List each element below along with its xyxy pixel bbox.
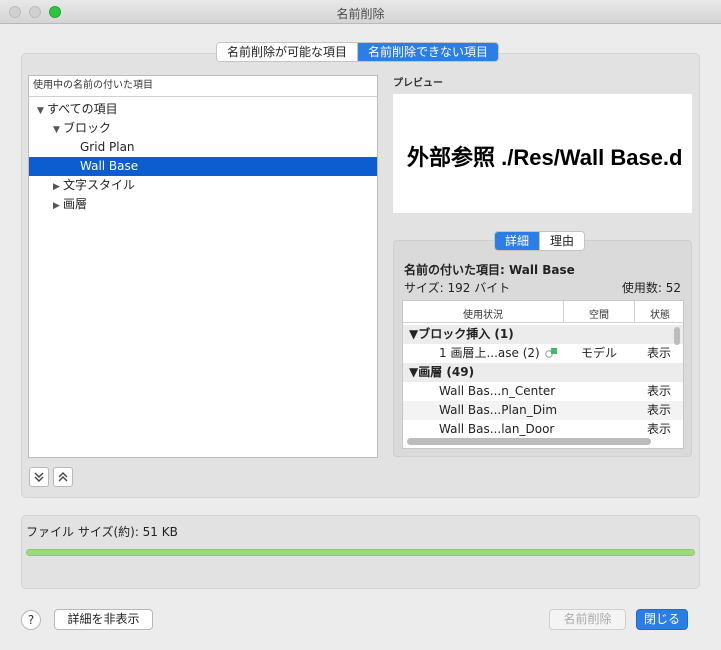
tab-purgeable[interactable]: 名前削除が可能な項目 [217,43,358,61]
named-items-tree[interactable]: 使用中の名前の付いた項目 ▼ すべての項目 ▼ ブロック Grid Plan Wal… [28,75,378,458]
table-row[interactable]: Wall Bas...Plan_Dim 表示 [403,401,683,420]
usage-state: 表示 [647,384,672,398]
usage-space: モデル [581,346,618,360]
usage-name: 1 画層上...ase (2) [439,346,540,360]
usage-state: 表示 [647,403,672,417]
usage-table[interactable]: 使用状況 空間 状態 ▼ブロック挿入 (1) 1 画層上...ase (2) モ… [402,300,684,449]
usage-name: Wall Bas...Plan_Dim [439,403,558,417]
file-size-label: ファイル サイズ(約): 51 KB [26,525,178,539]
usage-state: 表示 [647,422,672,436]
table-row[interactable]: 1 画層上...ase (2) モデル 表示 [403,344,683,363]
tab-reason[interactable]: 理由 [539,232,585,250]
tree-item-all[interactable]: ▼ すべての項目 [29,100,377,119]
group-label: ▼ブロック挿入 (1) [409,327,514,341]
usage-name: Wall Bas...n_Center [439,384,556,398]
disclosure-right-icon[interactable]: ▶ [53,197,63,216]
title-bar: 名前削除 [0,0,721,24]
detail-item-size: サイズ: 192 バイト [404,281,511,295]
tree-item-wall-base[interactable]: Wall Base [29,157,377,176]
tree-item-label: 文字スタイル [63,178,136,192]
collapse-all-button[interactable] [53,467,73,487]
preview-label: プレビュー [393,78,443,89]
preview-text: 外部参照 ./Res/Wall Base.d [407,145,683,170]
detail-usage-count: 使用数: 52 [621,281,681,295]
help-button[interactable]: ? [21,610,41,630]
tree-item-label: 画層 [63,197,88,211]
tree-item-label: ブロック [63,121,112,135]
detail-tab-control: 詳細 理由 [494,231,586,251]
file-size-bar-fill [27,550,694,555]
close-button[interactable]: 閉じる [636,609,688,630]
usage-state: 表示 [647,346,672,360]
tree-item-grid-plan[interactable]: Grid Plan [29,138,377,157]
tab-details[interactable]: 詳細 [495,232,540,250]
preview-area: 外部参照 ./Res/Wall Base.d [393,94,692,213]
table-group-row[interactable]: ▼画層 (49) [403,363,683,382]
tree-item-label: すべての項目 [47,102,118,116]
main-tab-control: 名前削除が可能な項目 名前削除できない項目 [216,42,500,62]
vertical-scrollbar[interactable] [674,327,680,345]
column-state[interactable]: 状態 [635,306,683,321]
purge-button[interactable]: 名前削除 [549,609,626,630]
block-insert-icon [545,348,557,358]
table-row[interactable]: Wall Bas...n_Center 表示 [403,382,683,401]
expand-all-button[interactable] [29,467,49,487]
tab-non-purgeable[interactable]: 名前削除できない項目 [357,43,499,61]
horizontal-scrollbar[interactable] [407,438,651,445]
tree-header: 使用中の名前の付いた項目 [29,76,377,97]
tree-item-label: Grid Plan [80,140,135,154]
tree-item-blocks[interactable]: ▼ ブロック [29,119,377,138]
file-size-bar [26,549,695,556]
tree-item-text-styles[interactable]: ▶ 文字スタイル [29,176,377,195]
purge-dialog: 名前削除 名前削除が可能な項目 名前削除できない項目 使用中の名前の付いた項目 … [0,0,721,650]
table-group-row[interactable]: ▼ブロック挿入 (1) [403,325,683,344]
double-chevron-down-icon [34,472,44,482]
usage-name: Wall Bas...lan_Door [439,422,555,436]
hide-details-button[interactable]: 詳細を非表示 [54,609,153,630]
column-usage[interactable]: 使用状況 [403,306,563,321]
group-label: ▼画層 (49) [409,365,475,379]
tree-item-layers[interactable]: ▶ 画層 [29,195,377,214]
tree-item-label: Wall Base [80,159,139,173]
detail-item-name: 名前の付いた項目: Wall Base [404,263,575,277]
double-chevron-up-icon [58,472,68,482]
window-title: 名前削除 [336,7,385,21]
column-space[interactable]: 空間 [564,306,634,321]
table-row[interactable]: Wall Bas...lan_Door 表示 [403,420,683,439]
table-header: 使用状況 空間 状態 [403,301,683,323]
